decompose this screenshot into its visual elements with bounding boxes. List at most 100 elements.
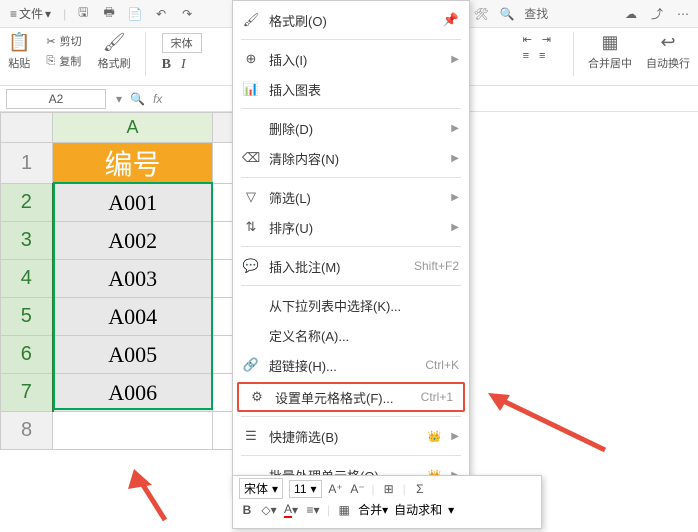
borders-icon[interactable]: ⊞ (381, 481, 397, 497)
more-icon[interactable]: ⋯ (674, 5, 692, 23)
mini-sum-label[interactable]: 自动求和 (394, 501, 442, 518)
row-header-8[interactable]: 8 (1, 412, 53, 450)
font-color-icon[interactable]: A▾ (283, 502, 299, 518)
name-box[interactable]: A2 (6, 89, 106, 109)
filter-icon: ▽ (243, 189, 259, 205)
increase-indent-icon[interactable]: ⇥ (542, 33, 551, 46)
align-icon[interactable]: ≡▾ (305, 502, 321, 518)
merge-icon: ▦ (601, 32, 618, 53)
link-icon: 🔗 (243, 357, 259, 373)
wrap-text-button[interactable]: ↩ 自动换行 (646, 32, 690, 71)
menu-item[interactable]: ▽ 筛选(L) ▶ (233, 182, 469, 212)
menu-divider (241, 177, 461, 178)
menu-item-label: 排序(U) (269, 218, 441, 237)
cloud-icon[interactable]: ☁ (622, 5, 640, 23)
cut-button[interactable]: ✂剪切 (44, 32, 83, 50)
cell-A4[interactable]: A003 (53, 260, 213, 298)
menu-shortcut: Ctrl+1 (421, 390, 453, 404)
menu-item[interactable]: ⇅排序(U)▶ (233, 212, 469, 242)
menu-item-label: 清除内容(N) (269, 149, 441, 168)
undo-icon[interactable]: ↶ (152, 5, 170, 23)
menu-item[interactable]: ⊕插入(I)▶ (233, 44, 469, 74)
chart-icon: 📊 (243, 81, 259, 97)
copy-button[interactable]: ⎘复制 (44, 52, 83, 70)
cell-A1[interactable]: 编号 (53, 143, 213, 184)
merge-center-button[interactable]: ▦ 合并居中 (588, 32, 632, 71)
preview-icon[interactable]: 📄 (126, 5, 144, 23)
submenu-arrow-icon: ▶ (451, 192, 459, 203)
menu-item-label: 筛选(L) (269, 188, 441, 207)
menu-item[interactable]: ⚙设置单元格格式(F)...Ctrl+1 (237, 382, 465, 412)
fx-icon[interactable]: fx (153, 92, 162, 106)
decrease-indent-icon[interactable]: ⇤ (523, 33, 532, 46)
file-menu[interactable]: ≡ 文件 ▾ (6, 3, 55, 24)
divider: | (63, 7, 66, 21)
menu-item[interactable]: 🖌格式刷(O)📌 (233, 5, 469, 35)
tools-icon[interactable]: 🛠 (472, 5, 490, 23)
cell-A3[interactable]: A002 (53, 222, 213, 260)
decrease-font-icon[interactable]: A⁻ (350, 481, 366, 497)
row-header-3[interactable]: 3 (1, 222, 53, 260)
dropdown-icon[interactable]: ▾ (116, 92, 122, 106)
sum-icon[interactable]: Σ (412, 481, 428, 497)
align-center-icon[interactable]: ≡ (539, 50, 545, 62)
menu-item[interactable]: ☰快捷筛选(B)👑▶ (233, 421, 469, 451)
menu-item[interactable]: 定义名称(A)... (233, 320, 469, 350)
format-painter-button[interactable]: 🖌 格式刷 (98, 32, 131, 71)
separator (573, 32, 574, 76)
cell-A7[interactable]: A006 (53, 374, 213, 412)
search-icon[interactable]: 🔍 (498, 5, 516, 23)
row-header-6[interactable]: 6 (1, 336, 53, 374)
search-label[interactable]: 查找 (524, 5, 548, 22)
column-header-A[interactable]: A (53, 113, 213, 143)
row-header-5[interactable]: 5 (1, 298, 53, 336)
fill-color-icon[interactable]: ◇▾ (261, 502, 277, 518)
menu-item[interactable]: 从下拉列表中选择(K)... (233, 290, 469, 320)
cell-A5[interactable]: A004 (53, 298, 213, 336)
italic-button[interactable]: I (181, 57, 186, 73)
menu-shortcut: Ctrl+K (425, 358, 459, 372)
redo-icon[interactable]: ↷ (178, 5, 196, 23)
increase-font-icon[interactable]: A⁺ (328, 481, 344, 497)
font-family-select[interactable]: 宋体 (162, 33, 202, 53)
row-header-7[interactable]: 7 (1, 374, 53, 412)
menu-divider (241, 285, 461, 286)
menu-item[interactable]: 💬插入批注(M)Shift+F2 (233, 251, 469, 281)
submenu-arrow-icon: ▶ (451, 222, 459, 233)
clipboard-group: ✂剪切 ⎘复制 (44, 32, 83, 70)
menu-item[interactable]: 📊 插入图表 (233, 74, 469, 104)
menu-item-label: 格式刷(O) (269, 11, 433, 30)
select-all-corner[interactable] (1, 113, 53, 143)
clipboard-icon: 📋 (8, 32, 30, 53)
cell-A6[interactable]: A005 (53, 336, 213, 374)
menu-item-label: 超链接(H)... (269, 356, 415, 375)
menu-item[interactable]: 删除(D)▶ (233, 113, 469, 143)
cell-A2[interactable]: A001 (53, 184, 213, 222)
bold-button[interactable]: B (162, 57, 171, 73)
paste-button[interactable]: 📋 粘贴 (8, 32, 30, 71)
menu-item[interactable]: ⌫清除内容(N)▶ (233, 143, 469, 173)
save-icon[interactable]: 🖫 (74, 5, 92, 23)
menu-item-label: 插入图表 (269, 80, 459, 99)
menu-item-label: 快捷筛选(B) (269, 427, 418, 446)
menu-item[interactable]: 🔗 超链接(H)... Ctrl+K (233, 350, 469, 380)
mini-font-select[interactable]: 宋体 ▾ (239, 478, 283, 499)
share-icon[interactable]: ⤴ (648, 5, 666, 23)
align-left-icon[interactable]: ≡ (523, 50, 529, 62)
submenu-arrow-icon: ▶ (451, 431, 459, 442)
mini-merge-label[interactable]: 合并▾ (358, 501, 388, 518)
context-menu: 🖌格式刷(O)📌 ⊕插入(I)▶ 📊 插入图表删除(D)▶⌫清除内容(N)▶ ▽ 筛选(L… (232, 0, 470, 495)
paintbrush-icon: 🖌 (103, 32, 126, 53)
quickfilter-icon: ☰ (243, 428, 259, 444)
row-header-2[interactable]: 2 (1, 184, 53, 222)
row-header-1[interactable]: 1 (1, 143, 53, 184)
mini-size-select[interactable]: 11 ▾ (289, 480, 322, 498)
search-icon[interactable]: 🔍 (130, 92, 145, 106)
blank-icon (243, 297, 259, 313)
print-icon[interactable]: 🖶 (100, 5, 118, 23)
row-header-4[interactable]: 4 (1, 260, 53, 298)
submenu-arrow-icon: ▶ (451, 54, 459, 65)
menu-shortcut: Shift+F2 (414, 259, 459, 273)
mini-bold-icon[interactable]: B (239, 502, 255, 518)
merge-icon[interactable]: ▦ (336, 502, 352, 518)
